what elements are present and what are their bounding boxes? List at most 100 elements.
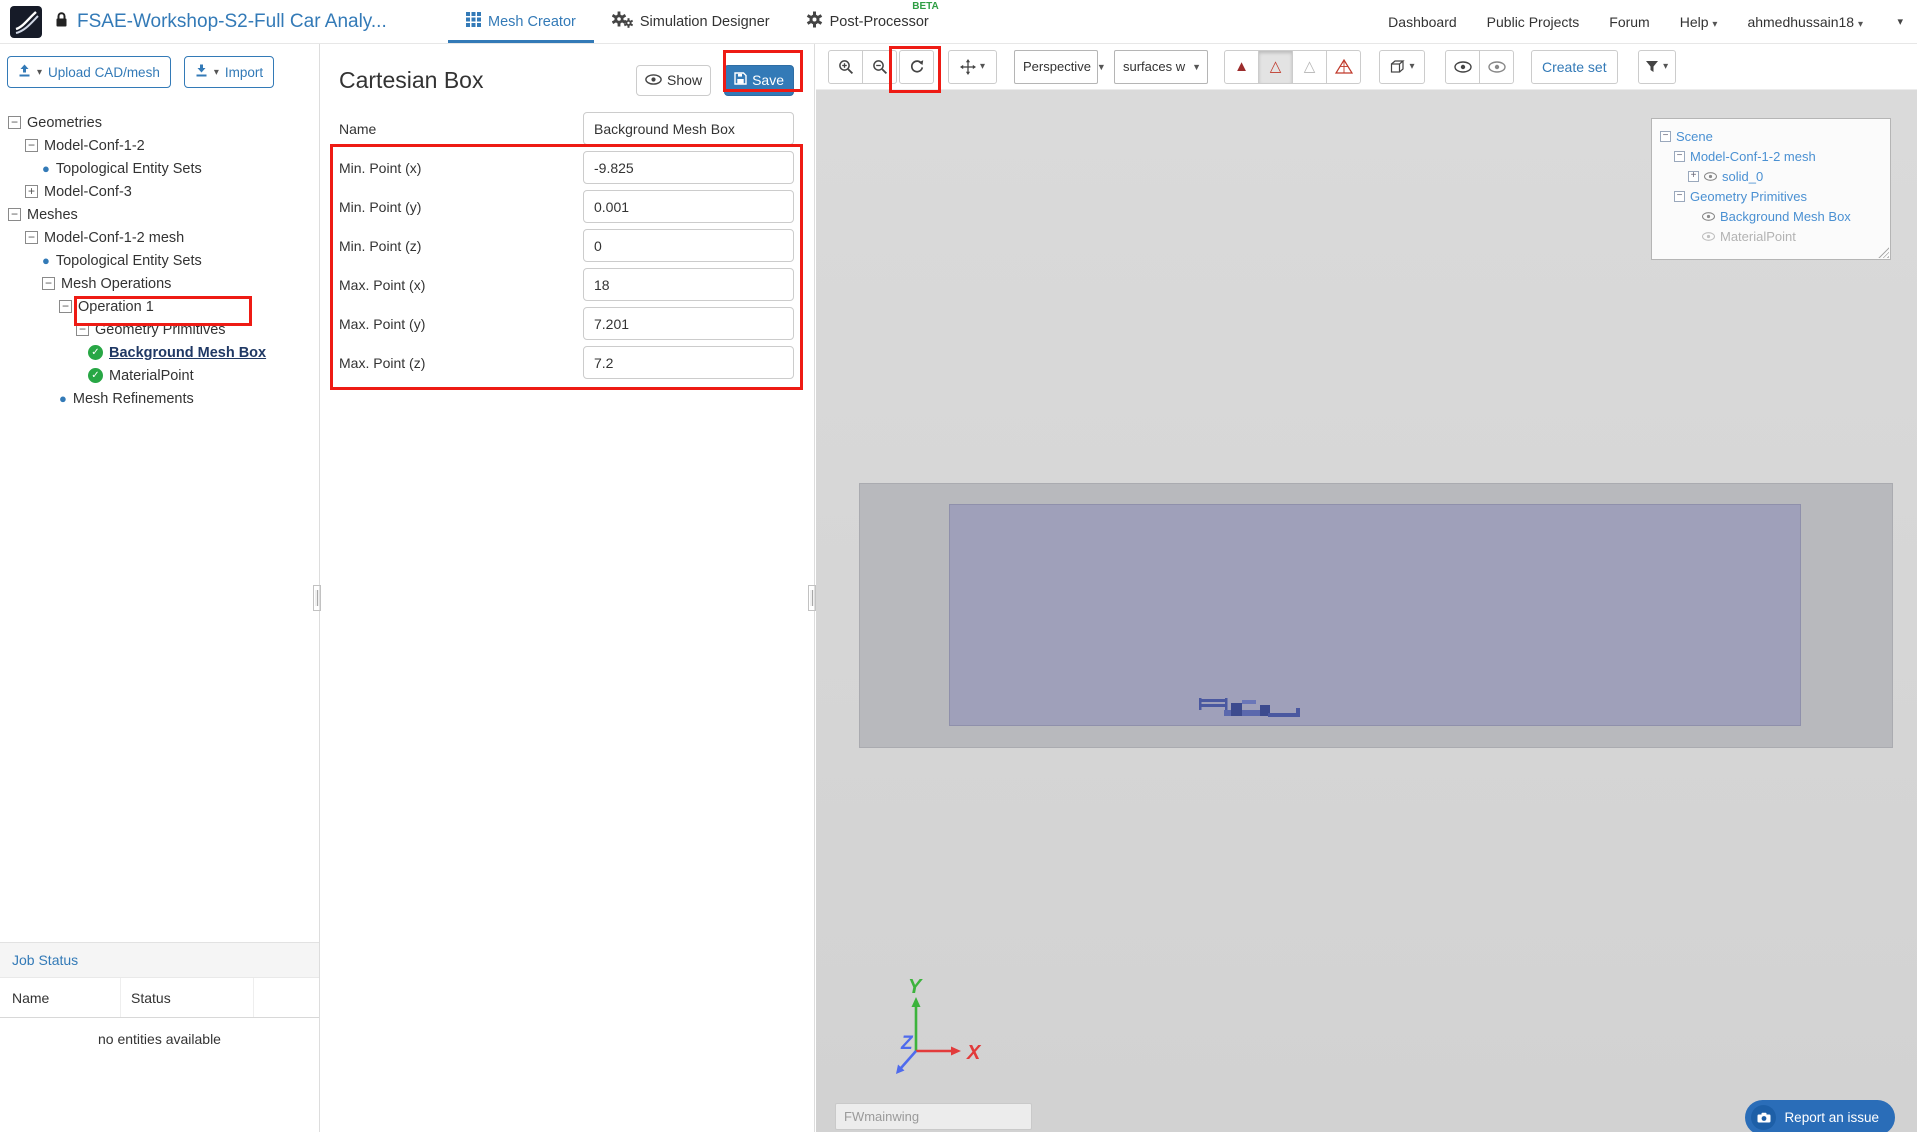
tree-item-geometries[interactable]: −Geometries <box>0 111 319 134</box>
expand-icon[interactable]: + <box>1688 171 1699 182</box>
mesh-wireframe-button[interactable] <box>1326 50 1361 84</box>
mesh-surface-solid-button[interactable]: ▲ <box>1224 50 1259 84</box>
plain-triangle-icon: △ <box>1304 59 1316 74</box>
car-model-render[interactable] <box>1198 696 1303 731</box>
axis-y-label: Y <box>908 979 923 998</box>
tree-item-geometry-primitives[interactable]: −Geometry Primitives <box>0 318 319 341</box>
tree-item-operation-1[interactable]: −Operation 1 <box>0 295 319 318</box>
tree-item-background-mesh-box[interactable]: ✓Background Mesh Box <box>0 341 319 364</box>
projection-select[interactable]: Perspective▼ <box>1014 50 1098 84</box>
collapse-icon[interactable]: − <box>1674 151 1685 162</box>
name-field[interactable] <box>583 112 794 145</box>
render-mode-select[interactable]: surfaces with v▼ <box>1114 50 1208 84</box>
scene-item-background-mesh-box[interactable]: Background Mesh Box <box>1658 206 1882 226</box>
tree-item-meshes[interactable]: −Meshes <box>0 203 319 226</box>
expand-icon[interactable]: + <box>25 185 38 198</box>
scene-item-materialpoint[interactable]: MaterialPoint <box>1658 226 1882 246</box>
visibility-group <box>1445 50 1514 84</box>
mesh-surface-outline-button[interactable]: △ <box>1258 50 1293 84</box>
max-x-field[interactable] <box>583 268 794 301</box>
min-x-label: Min. Point (x) <box>339 160 583 176</box>
axis-x-label: X <box>966 1042 982 1064</box>
navbar-links: Dashboard Public Projects Forum Help ▾ a… <box>1388 0 1917 43</box>
tree-item-mesh-refinements[interactable]: ●Mesh Refinements <box>0 387 319 410</box>
selection-name-input[interactable] <box>835 1103 1032 1130</box>
tab-simulation-designer[interactable]: Simulation Designer <box>594 0 788 43</box>
report-issue-button[interactable]: Report an issue <box>1745 1100 1895 1132</box>
tree-item-label: Model-Conf-1-2 mesh <box>44 230 184 246</box>
scene-item-solid-0[interactable]: +solid_0 <box>1658 166 1882 186</box>
sidebar-splitter-handle[interactable] <box>313 585 321 611</box>
min-z-label: Min. Point (z) <box>339 238 583 254</box>
visibility-eye-icon[interactable] <box>1704 169 1717 184</box>
background-mesh-box-render[interactable] <box>859 483 1893 748</box>
min-z-field[interactable] <box>583 229 794 262</box>
collapse-icon[interactable]: − <box>59 300 72 313</box>
filter-button[interactable]: ▾ <box>1638 50 1676 84</box>
mesh-box-face[interactable] <box>949 504 1801 726</box>
collapse-icon[interactable]: − <box>76 323 89 336</box>
hide-selected-button[interactable] <box>1479 50 1514 84</box>
form-row-max-x: Max. Point (x) <box>339 268 794 301</box>
nav-link-dashboard[interactable]: Dashboard <box>1388 14 1457 30</box>
project-title[interactable]: FSAE-Workshop-S2-Full Car Analy... <box>77 11 387 33</box>
tree-item-model-conf-1-2[interactable]: −Model-Conf-1-2 <box>0 134 319 157</box>
import-button[interactable]: ▾ Import <box>184 56 274 88</box>
scene-item-model-mesh[interactable]: −Model-Conf-1-2 mesh <box>1658 146 1882 166</box>
app-logo-icon[interactable] <box>10 6 42 38</box>
save-label: Save <box>752 72 784 88</box>
help-label: Help <box>1680 14 1709 30</box>
min-x-field[interactable] <box>583 151 794 184</box>
upload-cad-button[interactable]: ▾ Upload CAD/mesh <box>7 56 171 88</box>
tree-item-model-conf-3[interactable]: +Model-Conf-3 <box>0 180 319 203</box>
tree-item-topological-entity-sets-mesh[interactable]: ●Topological Entity Sets <box>0 249 319 272</box>
nav-link-public-projects[interactable]: Public Projects <box>1487 14 1580 30</box>
job-status-header: Name Status <box>0 978 319 1018</box>
collapse-icon[interactable]: − <box>1660 131 1671 142</box>
help-menu[interactable]: Help ▾ <box>1680 14 1718 30</box>
min-y-field[interactable] <box>583 190 794 223</box>
create-set-button[interactable]: Create set <box>1531 50 1618 84</box>
show-selected-button[interactable] <box>1445 50 1480 84</box>
pan-button[interactable]: ▾ <box>948 50 997 84</box>
tree-item-mesh-operations[interactable]: −Mesh Operations <box>0 272 319 295</box>
visibility-eye-icon[interactable] <box>1702 209 1715 224</box>
max-y-field[interactable] <box>583 307 794 340</box>
collapse-icon[interactable]: − <box>25 139 38 152</box>
clip-cube-button[interactable]: ▾ <box>1379 50 1425 84</box>
nav-link-forum[interactable]: Forum <box>1609 14 1649 30</box>
tree-item-model-conf-1-2-mesh[interactable]: −Model-Conf-1-2 mesh <box>0 226 319 249</box>
tree-item-materialpoint[interactable]: ✓MaterialPoint <box>0 364 319 387</box>
scene-item-label: Geometry Primitives <box>1690 189 1807 204</box>
panel-header: Cartesian Box Show Save <box>321 44 814 102</box>
navbar-collapse-caret-icon[interactable]: ▾ <box>1897 15 1903 28</box>
panel-splitter-handle[interactable] <box>808 585 816 611</box>
show-label: Show <box>667 72 702 88</box>
tab-post-processor[interactable]: BETA Post-Processor <box>788 0 947 43</box>
left-sidebar: ▾ Upload CAD/mesh ▾ Import −Geometries −… <box>0 44 320 1132</box>
max-z-field[interactable] <box>583 346 794 379</box>
user-menu[interactable]: ahmedhussain18 ▾ <box>1747 14 1863 30</box>
show-button[interactable]: Show <box>636 65 711 96</box>
scene-item-geometry-primitives[interactable]: −Geometry Primitives <box>1658 186 1882 206</box>
save-button[interactable]: Save <box>724 65 794 96</box>
chevron-down-icon: ▾ <box>1409 61 1414 72</box>
collapse-icon[interactable]: − <box>42 277 55 290</box>
zoom-in-button[interactable] <box>828 50 863 84</box>
tab-mesh-creator[interactable]: Mesh Creator <box>448 0 594 43</box>
form-row-min-y: Min. Point (y) <box>339 190 794 223</box>
tab-label: Post-Processor <box>830 14 929 30</box>
collapse-icon[interactable]: − <box>8 208 21 221</box>
tree-item-topological-entity-sets[interactable]: ●Topological Entity Sets <box>0 157 319 180</box>
scene-item-scene[interactable]: −Scene <box>1658 126 1882 146</box>
zoom-out-button[interactable] <box>862 50 897 84</box>
collapse-icon[interactable]: − <box>1674 191 1685 202</box>
visibility-eye-icon[interactable] <box>1702 229 1715 244</box>
collapse-icon[interactable]: − <box>25 231 38 244</box>
collapse-icon[interactable]: − <box>8 116 21 129</box>
reset-view-button[interactable] <box>899 50 934 84</box>
mesh-surface-plain-button[interactable]: △ <box>1292 50 1327 84</box>
overlay-resize-handle[interactable] <box>1878 247 1889 258</box>
app-window: FSAE-Workshop-S2-Full Car Analy... Mesh … <box>0 0 1917 1132</box>
wireframe-triangle-icon <box>1335 59 1353 74</box>
